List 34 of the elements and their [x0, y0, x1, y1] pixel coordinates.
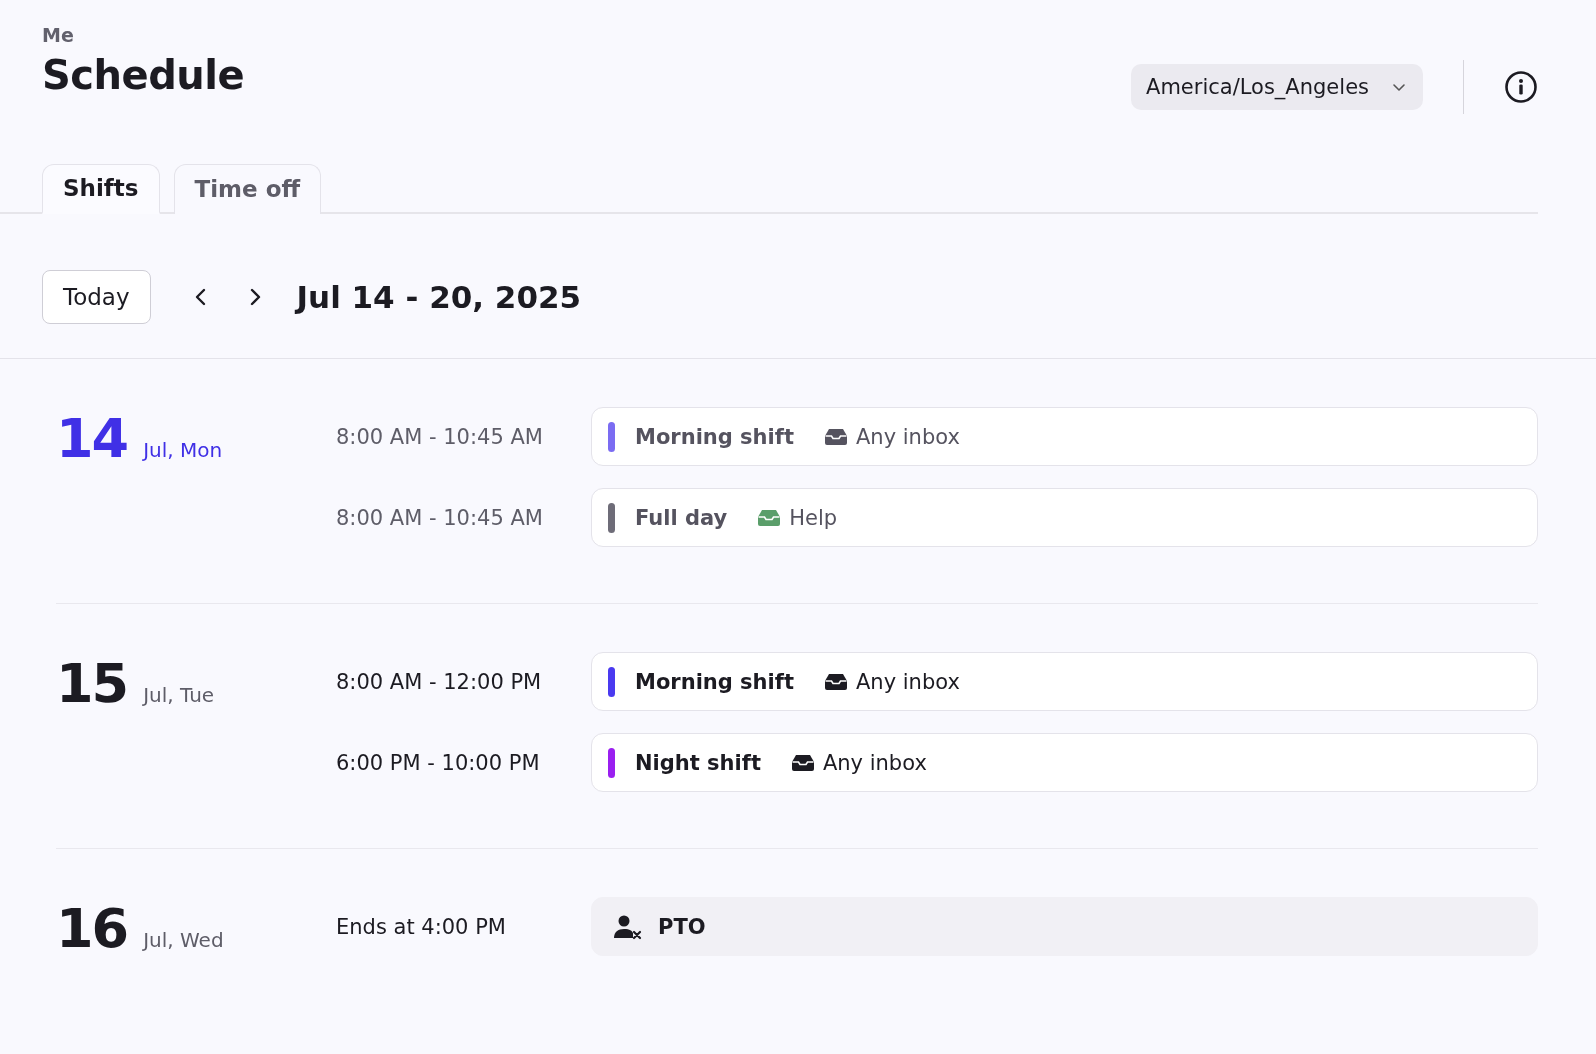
page-title: Schedule [42, 52, 245, 98]
info-icon[interactable] [1504, 70, 1538, 104]
time-range: 6:00 PM - 10:00 PM [336, 750, 541, 775]
shift-name: Full day [635, 505, 728, 530]
shift-name: Morning shift [635, 424, 794, 449]
breadcrumb: Me [42, 24, 75, 46]
time-off-name: PTO [658, 914, 706, 939]
tab[interactable]: Time off [173, 164, 322, 214]
day-label: Jul, Tue [143, 683, 215, 707]
shift-card[interactable]: Full day Help [591, 488, 1538, 547]
shift-card[interactable]: Morning shift Any inbox [591, 652, 1538, 711]
person-remove-icon [614, 913, 642, 940]
day-number: 14 [56, 407, 128, 470]
timezone-dropdown[interactable]: America/Los_Angeles [1131, 64, 1423, 110]
shift-card[interactable]: Night shift Any inbox [591, 733, 1538, 792]
date-range: Jul 14 - 20, 2025 [296, 279, 582, 315]
time-range: 8:00 AM - 12:00 PM [336, 669, 543, 694]
day-number: 16 [56, 897, 128, 960]
shift-name: Night shift [635, 750, 761, 775]
day-label: Jul, Mon [143, 438, 223, 462]
time-range: Ends at 4:00 PM [336, 914, 507, 939]
inbox-label: Any inbox [855, 424, 960, 449]
inbox-label: Help [789, 505, 838, 530]
day-number: 15 [56, 652, 128, 715]
tab[interactable]: Shifts [42, 164, 160, 214]
day-label: Jul, Wed [143, 928, 224, 952]
today-button[interactable]: Today [42, 270, 151, 324]
inbox-label: Any inbox [822, 750, 927, 775]
time-range: 8:00 AM - 10:45 AM [336, 424, 544, 449]
inbox-label: Any inbox [855, 669, 960, 694]
time-range: 8:00 AM - 10:45 AM [336, 505, 544, 530]
shift-card[interactable]: Morning shift Any inbox [591, 407, 1538, 466]
time-off-card[interactable]: PTO [591, 897, 1538, 956]
shift-name: Morning shift [635, 669, 794, 694]
